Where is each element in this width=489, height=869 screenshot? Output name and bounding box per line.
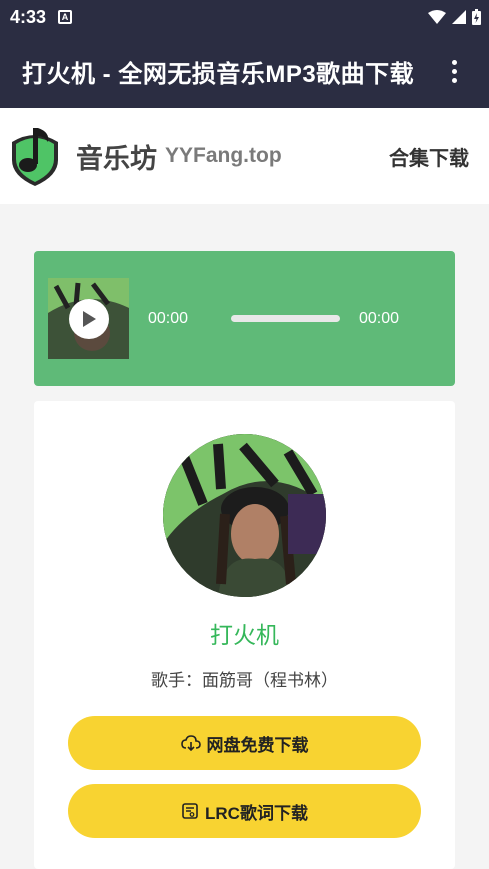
- current-time: 00:00: [148, 309, 189, 327]
- wifi-icon: [428, 10, 446, 24]
- singer-info: 歌手：面筋哥（程书林）: [34, 666, 455, 691]
- status-icons: [428, 9, 481, 25]
- site-header: 音乐坊 YYFang.top 合集下载: [0, 108, 489, 204]
- dot-icon: [451, 68, 457, 74]
- cloud-download-label: 网盘免费下载: [206, 735, 309, 755]
- music-note-logo-icon[interactable]: [6, 124, 64, 188]
- lrc-download-button[interactable]: LRC歌词下载: [68, 784, 421, 838]
- app-bar: 打火机 - 全网无损音乐MP3歌曲下载: [0, 34, 489, 108]
- progress-bar[interactable]: [231, 315, 340, 322]
- site-name[interactable]: 音乐坊: [76, 137, 157, 176]
- album-cover-image: [163, 434, 326, 597]
- cloud-download-button[interactable]: 网盘免费下载: [68, 716, 421, 770]
- duration-time: 00:00: [359, 309, 400, 327]
- cloud-download-icon: [180, 735, 201, 751]
- song-title: 打火机: [210, 622, 279, 648]
- lyrics-file-icon: [182, 803, 198, 819]
- collection-download-link[interactable]: 合集下载: [389, 142, 469, 171]
- lrc-download-label: LRC歌词下载: [205, 803, 308, 823]
- song-card: 打火机 歌手：面筋哥（程书林） 网盘免费下载 LRC歌词下载: [34, 401, 455, 869]
- overflow-menu-button[interactable]: [439, 51, 469, 91]
- page-title: 打火机 - 全网无损音乐MP3歌曲下载: [22, 60, 415, 88]
- singer-label: 歌手：: [151, 671, 202, 690]
- singer-name[interactable]: 面筋哥（程书林）: [202, 671, 338, 690]
- play-button[interactable]: [69, 299, 109, 339]
- audio-player: 00:00 00:00: [34, 251, 455, 386]
- album-cover: [163, 434, 326, 597]
- site-domain[interactable]: YYFang.top: [165, 144, 282, 168]
- dot-icon: [451, 59, 457, 65]
- battery-icon: [472, 9, 481, 25]
- notification-icon: A: [58, 10, 73, 24]
- status-time: 4:33: [10, 6, 47, 27]
- album-thumbnail: [48, 278, 129, 359]
- play-icon: [83, 311, 96, 327]
- dot-icon: [451, 77, 457, 83]
- signal-icon: [452, 10, 466, 24]
- status-bar: 4:33 A: [0, 0, 489, 34]
